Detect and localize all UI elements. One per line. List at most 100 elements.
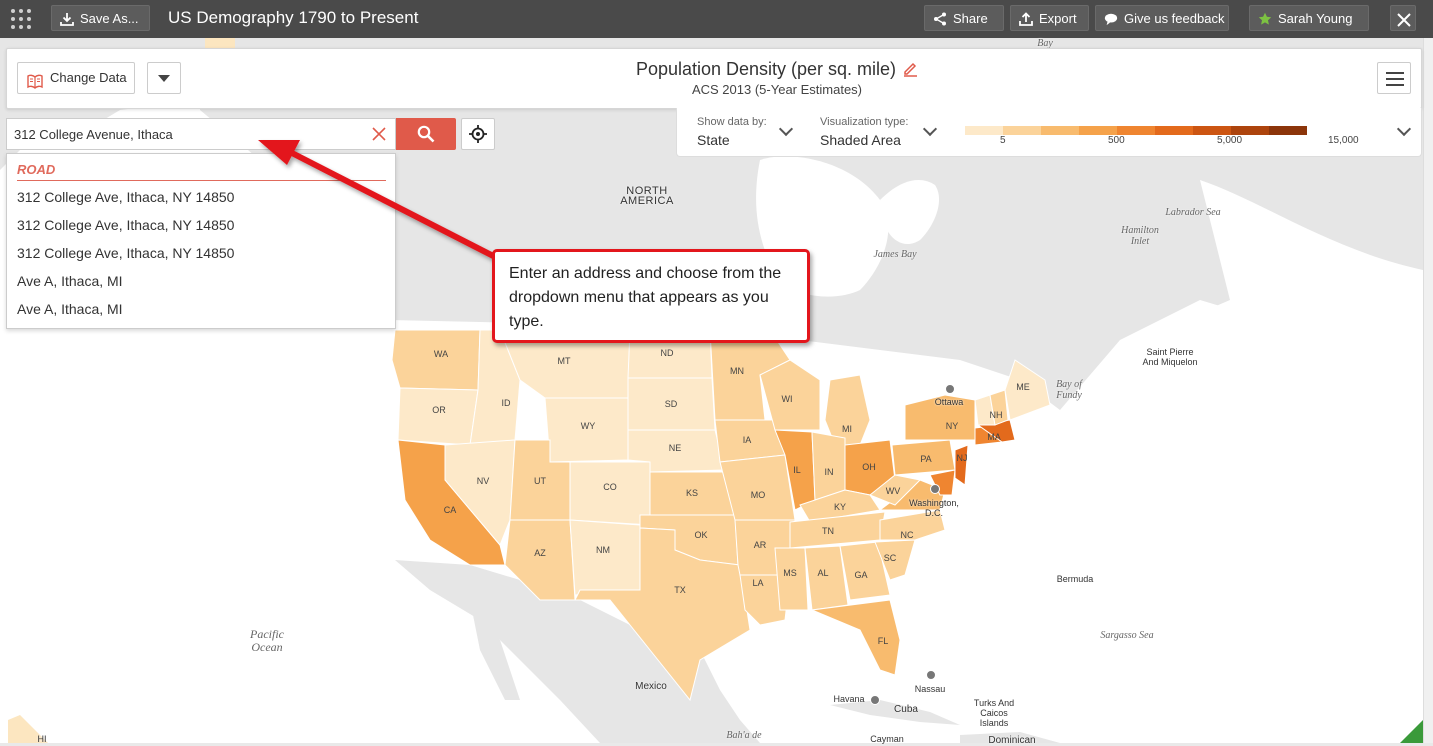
state-label-mn: MN xyxy=(730,366,744,376)
share-button[interactable]: Share xyxy=(924,5,1004,31)
pencil-icon[interactable] xyxy=(902,61,918,82)
top-bar: Save As... US Demography 1790 to Present… xyxy=(0,0,1433,38)
region-label-hamilton-inlet: Hamilton Inlet xyxy=(1121,225,1159,247)
feedback-button[interactable]: Give us feedback xyxy=(1095,5,1229,31)
show-data-select[interactable]: Show data by: State xyxy=(687,108,797,156)
suggestion-item[interactable]: 312 College Ave, Ithaca, NY 14850 xyxy=(17,245,234,261)
star-icon xyxy=(1258,6,1272,32)
region-label-mexico: Mexico xyxy=(635,681,667,692)
state-label-me: ME xyxy=(1016,382,1030,392)
state-label-or: OR xyxy=(432,405,446,415)
region-label-saint-pierre: Saint Pierre And Miquelon xyxy=(1142,347,1198,367)
suggestion-item[interactable]: Ave A, Ithaca, MI xyxy=(17,273,123,289)
state-label-tx: TX xyxy=(674,585,686,595)
state-label-ga: GA xyxy=(854,570,867,580)
region-label-turks-caicos: Turks And Caicos Islands xyxy=(973,698,1015,728)
state-label-al: AL xyxy=(817,568,828,578)
state-label-pa: PA xyxy=(920,454,931,464)
region-label-bahia: Bah'a de xyxy=(726,730,762,741)
state-label-nh: NH xyxy=(990,410,1003,420)
state-label-mi: MI xyxy=(842,424,852,434)
map-subtitle: ACS 2013 (5-Year Estimates) xyxy=(691,82,863,97)
locate-me-button[interactable] xyxy=(461,118,495,150)
address-search-input[interactable] xyxy=(7,119,367,149)
hamburger-menu-button[interactable] xyxy=(1377,62,1411,94)
state-label-il: IL xyxy=(793,465,801,475)
state-label-nj: NJ xyxy=(957,453,968,463)
download-icon xyxy=(60,6,74,32)
user-name: Sarah Young xyxy=(1278,11,1353,26)
state-label-nm: NM xyxy=(596,545,610,555)
city-label-ottawa: Ottawa xyxy=(934,397,964,407)
annotation-callout: Enter an address and choose from the dro… xyxy=(492,249,810,343)
state-label-ne: NE xyxy=(669,443,682,453)
book-icon xyxy=(27,70,43,89)
address-search-box xyxy=(6,118,396,150)
vertical-scrollbar[interactable] xyxy=(1423,38,1433,743)
visualization-type-select[interactable]: Visualization type: Shaded Area xyxy=(810,108,945,156)
state-label-sc: SC xyxy=(884,553,897,563)
state-label-tn: TN xyxy=(822,526,834,536)
city-label-havana: Havana xyxy=(833,694,865,704)
state-label-nv: NV xyxy=(477,476,490,486)
save-as-label: Save As... xyxy=(80,11,139,26)
save-as-button[interactable]: Save As... xyxy=(51,5,150,31)
close-icon xyxy=(1396,11,1412,27)
crosshair-icon xyxy=(469,125,487,143)
legend-tick: 15,000 xyxy=(1328,135,1359,146)
data-dropdown-button[interactable] xyxy=(147,62,181,94)
legend-swatch xyxy=(965,126,1003,135)
legend-swatch xyxy=(1269,126,1307,135)
search-suggestions-dropdown: ROAD 312 College Ave, Ithaca, NY 14850 3… xyxy=(6,153,396,329)
region-label-bermuda: Bermuda xyxy=(1056,574,1094,584)
state-label-in: IN xyxy=(825,467,834,477)
suggestion-item[interactable]: 312 College Ave, Ithaca, NY 14850 xyxy=(17,189,234,205)
search-button[interactable] xyxy=(396,118,456,150)
change-data-label: Change Data xyxy=(50,70,127,85)
user-menu-button[interactable]: Sarah Young xyxy=(1249,5,1369,31)
speech-bubble-icon xyxy=(1104,6,1118,32)
apps-grid-icon[interactable] xyxy=(10,8,32,30)
close-button[interactable] xyxy=(1390,5,1416,31)
state-label-ia: IA xyxy=(743,435,752,445)
show-data-value: State xyxy=(697,132,730,148)
state-label-sd: SD xyxy=(665,399,678,409)
legend-swatch xyxy=(1003,126,1041,135)
chevron-down-icon xyxy=(922,121,938,137)
legend-color-scale[interactable] xyxy=(965,126,1307,135)
city-marker-ottawa-icon xyxy=(945,384,955,394)
state-label-mo: MO xyxy=(751,490,766,500)
city-marker-nassau-icon xyxy=(926,670,936,680)
clear-search-icon[interactable] xyxy=(371,126,387,142)
state-label-id: ID xyxy=(502,398,512,408)
state-label-wy: WY xyxy=(581,421,596,431)
export-button[interactable]: Export xyxy=(1010,5,1089,31)
state-label-ok: OK xyxy=(694,530,707,540)
map-controls-bar: Show data by: State Visualization type: … xyxy=(676,108,1422,157)
state-label-az: AZ xyxy=(534,548,546,558)
region-label-pacific-ocean: Pacific Ocean xyxy=(250,627,284,654)
state-label-ny: NY xyxy=(946,421,959,431)
region-label-cuba: Cuba xyxy=(894,704,918,715)
feedback-label: Give us feedback xyxy=(1124,11,1225,26)
legend-swatch xyxy=(1193,126,1231,135)
state-label-ky: KY xyxy=(834,502,846,512)
export-label: Export xyxy=(1039,11,1077,26)
state-label-wi: WI xyxy=(782,394,793,404)
region-label-labrador-sea: Labrador Sea xyxy=(1165,207,1221,218)
legend-tick: 5 xyxy=(1000,135,1006,146)
state-label-ma: MA xyxy=(987,432,1001,442)
suggestion-item[interactable]: Ave A, Ithaca, MI xyxy=(17,301,123,317)
state-label-ar: AR xyxy=(754,540,767,550)
legend-expand-chevron-icon[interactable] xyxy=(1396,121,1412,137)
city-label-washington: Washington, D.C. xyxy=(909,498,959,518)
legend-swatch xyxy=(1155,126,1193,135)
state-label-nd: ND xyxy=(661,348,674,358)
change-data-button[interactable]: Change Data xyxy=(17,62,135,94)
suggestion-item[interactable]: 312 College Ave, Ithaca, NY 14850 xyxy=(17,217,234,233)
state-label-wv: WV xyxy=(886,486,901,496)
viz-type-label: Visualization type: xyxy=(820,116,909,128)
legend-swatch xyxy=(1117,126,1155,135)
region-label-north-america: NORTH AMERICA xyxy=(620,185,674,207)
legend-swatch xyxy=(1041,126,1079,135)
